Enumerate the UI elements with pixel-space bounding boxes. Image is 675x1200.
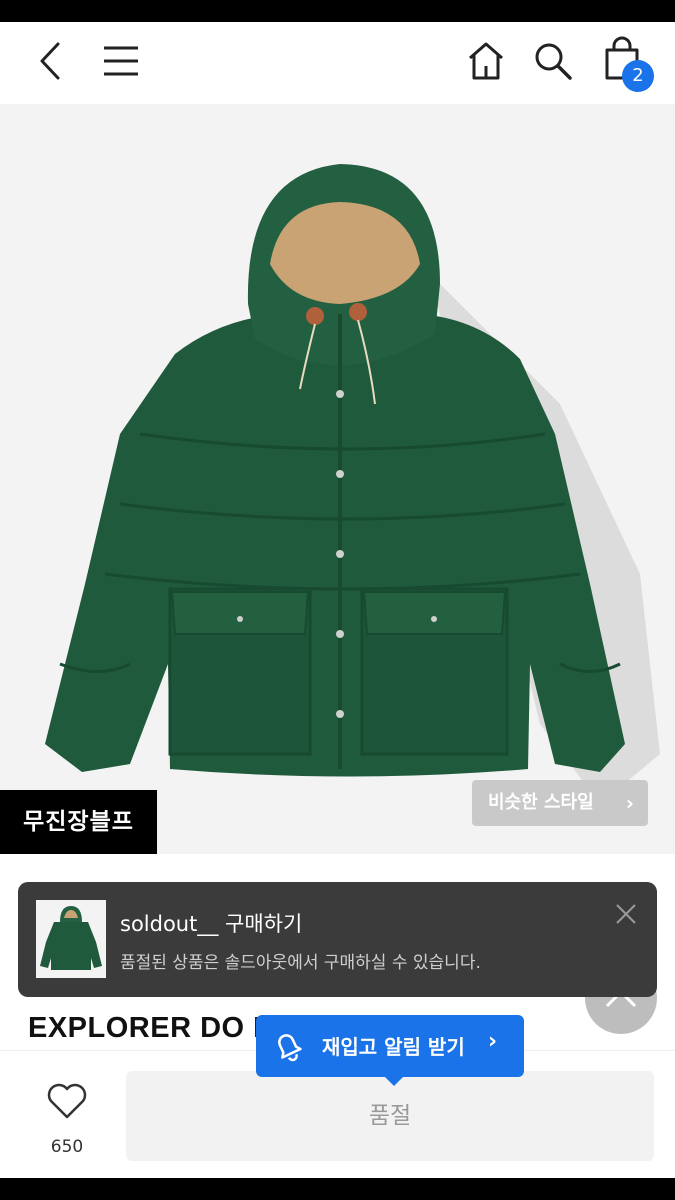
chevron-right-icon: › (488, 1029, 498, 1054)
toast-message: 품절된 상품은 솔드아웃에서 구매하실 수 있습니다. (120, 953, 481, 973)
back-icon[interactable] (36, 40, 66, 82)
jacket-illustration (45, 164, 660, 804)
cart-count: 2 (632, 65, 644, 86)
product-screen: 2 무진장블프 비슷한 스타일 › soldout__ 구매하기 품절된 상품은… (0, 22, 675, 1178)
similar-style-label: 비슷한 스타일 (488, 792, 594, 813)
search-icon[interactable] (532, 40, 574, 82)
product-title: EXPLORER DO EN (28, 1012, 295, 1044)
heart-icon (47, 1083, 87, 1119)
restock-alert-button[interactable]: 재입고 알림 받기 › (256, 1015, 524, 1086)
top-nav: 2 (0, 22, 675, 104)
toast-title: soldout__ 구매하기 (120, 912, 303, 936)
soldout-toast[interactable]: soldout__ 구매하기 품절된 상품은 솔드아웃에서 구매하실 수 있습니… (18, 882, 657, 997)
bell-icon (278, 1034, 302, 1062)
cart-badge: 2 (622, 60, 654, 92)
brand-event-tag: 무진장블프 (0, 790, 157, 854)
wishlist-button[interactable]: 650 (22, 1081, 112, 1161)
toast-product-thumbnail (36, 900, 106, 978)
product-image[interactable] (0, 104, 675, 854)
jacket-thumbnail (36, 900, 106, 978)
similar-style-button[interactable]: 비슷한 스타일 › (472, 780, 648, 826)
restock-label: 재입고 알림 받기 (322, 1035, 465, 1059)
home-icon[interactable] (466, 40, 506, 82)
wishlist-count: 650 (50, 1137, 84, 1157)
chevron-right-icon: › (625, 791, 634, 815)
close-icon[interactable] (614, 902, 638, 926)
menu-icon[interactable] (102, 44, 140, 78)
